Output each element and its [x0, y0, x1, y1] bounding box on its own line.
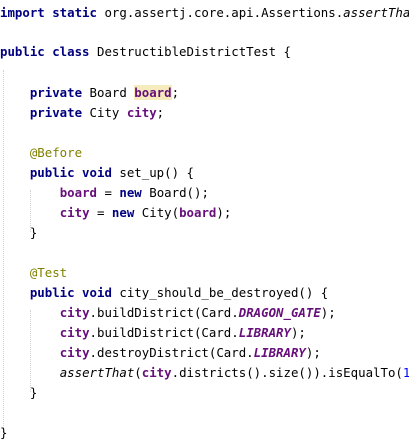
code-token: DestructibleDistrictTest {	[89, 44, 291, 59]
code-token: Board();	[141, 185, 209, 200]
code-token: }	[0, 425, 8, 440]
code-token: board	[179, 205, 217, 220]
code-token: .districts().size()).isEqualTo(	[171, 365, 403, 380]
code-token: private	[29, 105, 83, 120]
code-token: LIBRARY	[253, 345, 306, 360]
code-token: public void	[29, 165, 112, 180]
code-token: private	[29, 85, 83, 100]
code-token: ;	[171, 85, 180, 100]
code-token: .buildDistrict(Card.	[89, 325, 239, 340]
code-token: );	[216, 205, 232, 220]
code-token: =	[89, 205, 112, 220]
code-token: public void	[29, 285, 112, 300]
code-line[interactable]: private City city;	[0, 103, 164, 123]
code-token: set_up() {	[111, 165, 194, 180]
code-token: city	[126, 105, 157, 120]
code-token: .buildDistrict(Card.	[89, 305, 239, 320]
code-token: .destroyDistrict(Card.	[89, 345, 254, 360]
code-token: =	[97, 185, 120, 200]
code-line[interactable]: city = new City(board);	[0, 203, 232, 223]
code-token: city	[59, 305, 90, 320]
code-token: }	[0, 385, 38, 400]
code-token: assertThat	[59, 365, 135, 380]
code-token: );	[305, 345, 321, 360]
code-token: Board	[82, 85, 135, 100]
code-token: 1	[402, 365, 409, 380]
code-token: ;	[156, 105, 165, 120]
code-line[interactable]: assertThat(city.districts().size()).isEq…	[0, 363, 409, 383]
code-token: board	[59, 185, 97, 200]
code-token: );	[320, 305, 336, 320]
code-line[interactable]: @Before	[0, 143, 82, 163]
code-token: City	[82, 105, 127, 120]
code-line[interactable]: }	[0, 223, 37, 243]
code-token: LIBRARY	[238, 325, 291, 340]
code-token: DRAGON_GATE	[238, 305, 321, 320]
code-token: }	[0, 225, 38, 240]
code-token: City(	[134, 205, 180, 220]
code-line[interactable]: private Board board;	[0, 83, 179, 103]
code-line[interactable]: import static org.assertj.core.api.Asser…	[0, 3, 409, 23]
code-token: );	[290, 325, 306, 340]
code-line[interactable]: public class DestructibleDistrictTest {	[0, 42, 291, 62]
code-token: import static	[0, 5, 97, 20]
code-line[interactable]: public void set_up() {	[0, 163, 194, 183]
code-token: assertThat	[343, 5, 409, 20]
code-line[interactable]: }	[0, 423, 7, 443]
code-line[interactable]: }	[0, 383, 37, 403]
code-line[interactable]: city.destroyDistrict(Card.LIBRARY);	[0, 343, 321, 363]
code-token: city	[141, 365, 172, 380]
code-token: city_should_be_destroyed() {	[111, 285, 329, 300]
code-token: org.assertj.core.api.Assertions.	[96, 5, 344, 20]
code-token: city	[59, 325, 90, 340]
code-line[interactable]: city.buildDistrict(Card.DRAGON_GATE);	[0, 303, 336, 323]
code-token: (	[134, 365, 142, 380]
code-token: public class	[0, 44, 90, 59]
code-token: city	[59, 205, 90, 220]
code-token: board	[134, 85, 172, 100]
code-line[interactable]: @Test	[0, 263, 67, 283]
code-line[interactable]: city.buildDistrict(Card.LIBRARY);	[0, 323, 306, 343]
code-editor[interactable]: import static org.assertj.core.api.Asser…	[0, 0, 409, 446]
code-line[interactable]: board = new Board();	[0, 183, 209, 203]
code-token: new	[111, 205, 135, 220]
code-line[interactable]: public void city_should_be_destroyed() {	[0, 283, 328, 303]
code-token: @Before	[29, 145, 83, 160]
code-token: city	[59, 345, 90, 360]
code-token: new	[119, 185, 142, 200]
code-token: @Test	[29, 265, 68, 280]
